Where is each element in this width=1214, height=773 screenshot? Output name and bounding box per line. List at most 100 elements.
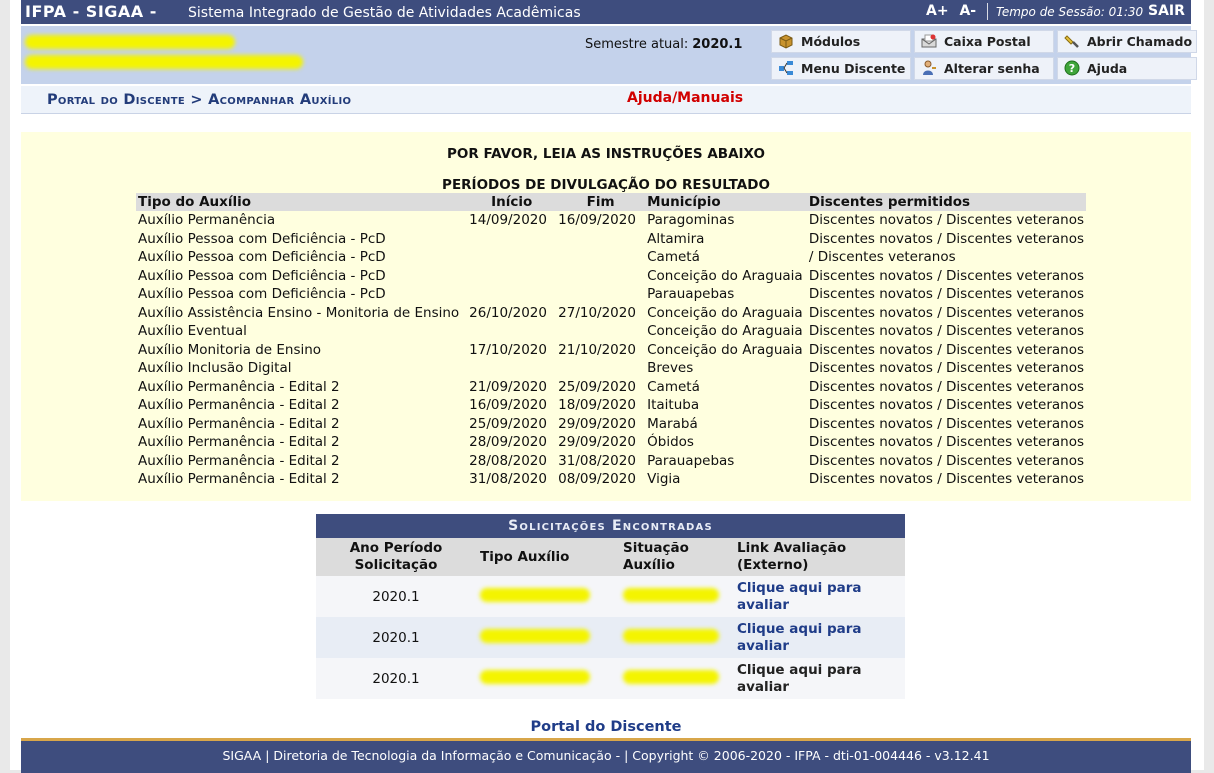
table-row: Auxílio Eventual Conceição do Araguaia Dis… bbox=[136, 322, 1086, 341]
page-content: IFPA - SIGAA - Sistema Integrado de Gest… bbox=[21, 0, 1197, 773]
change-password-button[interactable]: Alterar senha bbox=[914, 57, 1054, 80]
municipality-cell: Marabá bbox=[647, 415, 698, 432]
column-header-status: Situação Auxílio bbox=[619, 538, 733, 576]
table-row: Auxílio Permanência - Edital 2 28/09/2020… bbox=[136, 433, 1086, 452]
allowed-students-cell: Discentes novatos / Discentes veteranos bbox=[808, 286, 1084, 303]
top-bar: IFPA - SIGAA - Sistema Integrado de Gest… bbox=[21, 0, 1191, 24]
periods-title: PERÍODOS DE DIVULGAÇÃO DO RESULTADO bbox=[442, 177, 770, 193]
end-date-cell bbox=[556, 359, 645, 378]
municipality-cell: Conceição do Araguaia bbox=[647, 267, 803, 284]
municipality-cell: Parauapebas bbox=[647, 452, 735, 469]
app-brand: IFPA - SIGAA - bbox=[25, 2, 157, 21]
allowed-students-cell: Discentes novatos / Discentes veteranos bbox=[808, 212, 1084, 229]
table-row: Auxílio Inclusão Digital Breves Discentes … bbox=[136, 359, 1086, 378]
font-increase-button[interactable]: A+ bbox=[926, 3, 949, 19]
end-date-cell bbox=[556, 285, 645, 304]
allowed-students-cell: Discentes novatos / Discentes veteranos bbox=[808, 434, 1084, 451]
svg-text:?: ? bbox=[1069, 62, 1075, 75]
font-decrease-button[interactable]: A- bbox=[959, 3, 976, 19]
redacted-status bbox=[619, 576, 733, 617]
open-ticket-button[interactable]: Abrir Chamado bbox=[1057, 30, 1197, 53]
end-date-cell bbox=[556, 267, 645, 286]
aid-type-cell: Auxílio Permanência - Edital 2 bbox=[138, 415, 340, 432]
redacted-text bbox=[480, 669, 590, 684]
redacted-aid-type bbox=[476, 576, 619, 617]
link-header-line2: (Externo) bbox=[737, 557, 809, 573]
table-row: Auxílio Permanência - Edital 2 25/09/2020… bbox=[136, 415, 1086, 434]
redacted-aid-type bbox=[476, 617, 619, 658]
logout-button[interactable]: SAIR bbox=[1148, 3, 1185, 19]
modules-icon bbox=[778, 33, 794, 49]
start-date-cell bbox=[467, 285, 556, 304]
allowed-students-cell: Discentes novatos / Discentes veteranos bbox=[808, 341, 1084, 358]
session-timer: Tempo de Sessão: 01:30 bbox=[996, 5, 1144, 19]
status-header-line1: Situação bbox=[623, 540, 689, 556]
evaluation-link[interactable]: Clique aqui para avaliar bbox=[737, 662, 862, 696]
status-header-line2: Auxílio bbox=[623, 557, 675, 573]
redacted-text bbox=[480, 628, 590, 643]
instructions-title: POR FAVOR, LEIA AS INSTRUÇÕES ABAIXO bbox=[447, 146, 765, 162]
help-button[interactable]: ? Ajuda bbox=[1057, 57, 1197, 80]
student-portal-link[interactable]: Portal do Discente bbox=[21, 719, 1191, 735]
start-date-cell: 25/09/2020 bbox=[469, 415, 547, 432]
help-label: Ajuda bbox=[1087, 61, 1128, 76]
column-header-aid-type: Tipo Auxílio bbox=[476, 538, 619, 576]
modules-button[interactable]: Módulos bbox=[771, 30, 911, 53]
start-date-cell: 16/09/2020 bbox=[469, 397, 547, 414]
change-password-label: Alterar senha bbox=[944, 61, 1040, 76]
request-year: 2020.1 bbox=[316, 617, 476, 658]
end-date-cell: 21/10/2020 bbox=[558, 341, 636, 358]
table-row: 2020.1 Clique aqui para avaliar bbox=[316, 658, 905, 699]
request-year: 2020.1 bbox=[316, 576, 476, 617]
aid-type-cell: Auxílio Permanência - Edital 2 bbox=[138, 471, 340, 488]
municipality-cell: Altamira bbox=[647, 230, 705, 247]
end-date-cell: 18/09/2020 bbox=[558, 397, 636, 414]
evaluation-link[interactable]: Clique aqui para avaliar bbox=[737, 580, 862, 614]
redacted-status bbox=[619, 617, 733, 658]
start-date-cell bbox=[467, 322, 556, 341]
request-year: 2020.1 bbox=[316, 658, 476, 699]
table-row: Auxílio Permanência - Edital 2 28/08/2020… bbox=[136, 452, 1086, 471]
year-header-line2: Solicitação bbox=[354, 557, 438, 573]
start-date-cell bbox=[467, 359, 556, 378]
semester-label: Semestre atual: bbox=[585, 37, 689, 52]
student-menu-label: Menu Discente bbox=[801, 61, 906, 76]
mailbox-button[interactable]: Caixa Postal bbox=[914, 30, 1054, 53]
start-date-cell: 26/10/2020 bbox=[469, 304, 547, 321]
current-semester: Semestre atual: 2020.1 bbox=[585, 37, 742, 52]
user-info-bar: Semestre atual: 2020.1 Módulos Caixa Post… bbox=[21, 26, 1197, 84]
redacted-text bbox=[623, 628, 719, 643]
start-date-cell bbox=[467, 248, 556, 267]
menu-icon bbox=[778, 60, 794, 76]
year-header-line1: Ano Período bbox=[349, 540, 443, 556]
redacted-user-course bbox=[25, 55, 303, 69]
help-manuals-link[interactable]: Ajuda/Manuais bbox=[627, 90, 743, 106]
redacted-text bbox=[623, 669, 719, 684]
aid-type-cell: Auxílio Eventual bbox=[138, 323, 247, 340]
end-date-cell: 27/10/2020 bbox=[558, 304, 636, 321]
help-icon: ? bbox=[1064, 60, 1080, 76]
allowed-students-cell: Discentes novatos / Discentes veteranos bbox=[808, 230, 1084, 247]
allowed-students-cell: Discentes novatos / Discentes veteranos bbox=[808, 323, 1084, 340]
evaluation-link[interactable]: Clique aqui para avaliar bbox=[737, 621, 862, 655]
link-line1: Clique aqui para bbox=[737, 579, 862, 596]
aid-type-cell: Auxílio Permanência bbox=[138, 212, 276, 229]
start-date-cell: 28/09/2020 bbox=[469, 434, 547, 451]
font-size-controls: A+ A- bbox=[926, 3, 982, 19]
table-row: Auxílio Permanência - Edital 2 21/09/2020… bbox=[136, 378, 1086, 397]
municipality-cell: Vigia bbox=[647, 471, 681, 488]
allowed-students-cell: / Discentes veteranos bbox=[808, 249, 956, 266]
aid-type-cell: Auxílio Pessoa com Deficiência - PcD bbox=[138, 249, 386, 266]
table-row: Auxílio Pessoa com Deficiência - PcD Came… bbox=[136, 248, 1086, 267]
redacted-text bbox=[480, 587, 590, 602]
student-menu-button[interactable]: Menu Discente bbox=[771, 57, 911, 80]
end-date-cell: 31/08/2020 bbox=[558, 452, 636, 469]
aid-type-cell: Auxílio Permanência - Edital 2 bbox=[138, 397, 340, 414]
table-row: 2020.1 Clique aqui para avaliar bbox=[316, 576, 905, 617]
periods-table-header: Tipo do Auxílio Início Fim Município Dis… bbox=[136, 193, 1086, 211]
table-row: Auxílio Permanência - Edital 2 16/09/2020… bbox=[136, 396, 1086, 415]
modules-label: Módulos bbox=[801, 34, 861, 49]
evaluation-link-cell: Clique aqui para avaliar bbox=[733, 617, 905, 658]
column-header-evaluation-link: Link Avaliação (Externo) bbox=[733, 538, 905, 576]
end-date-cell bbox=[556, 230, 645, 249]
